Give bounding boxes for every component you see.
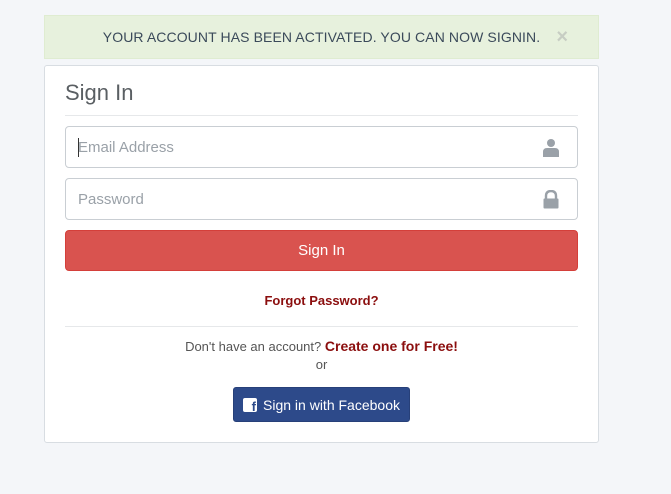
alert-message: YOUR ACCOUNT HAS BEEN ACTIVATED. YOU CAN… xyxy=(102,29,541,45)
signup-prompt: Don't have an account? Create one for Fr… xyxy=(45,338,598,354)
create-account-link[interactable]: Create one for Free! xyxy=(325,338,458,354)
forgot-password-link[interactable]: Forgot Password? xyxy=(264,293,378,308)
facebook-signin-button[interactable]: f Sign in with Facebook xyxy=(233,387,410,422)
title-divider xyxy=(65,115,578,116)
password-input[interactable] xyxy=(66,179,577,219)
forgot-password-container: Forgot Password? xyxy=(45,292,598,310)
panel-title: Sign In xyxy=(65,80,134,105)
user-icon xyxy=(543,139,559,157)
facebook-button-label: Sign in with Facebook xyxy=(263,396,400,413)
section-divider xyxy=(65,326,578,327)
sign-in-button[interactable]: Sign In xyxy=(65,230,578,271)
signup-prompt-text: Don't have an account? xyxy=(185,339,322,354)
text-cursor xyxy=(78,138,79,157)
sign-in-panel: Sign In Sign In Forgot Password? Don't h… xyxy=(44,65,599,443)
email-field[interactable] xyxy=(65,126,578,168)
facebook-icon: f xyxy=(243,397,258,413)
close-icon[interactable]: × xyxy=(556,27,568,47)
email-input[interactable] xyxy=(66,127,577,167)
or-separator: or xyxy=(315,357,328,372)
activation-alert: YOUR ACCOUNT HAS BEEN ACTIVATED. YOU CAN… xyxy=(44,15,599,59)
lock-icon xyxy=(543,190,559,209)
password-field[interactable] xyxy=(65,178,578,220)
